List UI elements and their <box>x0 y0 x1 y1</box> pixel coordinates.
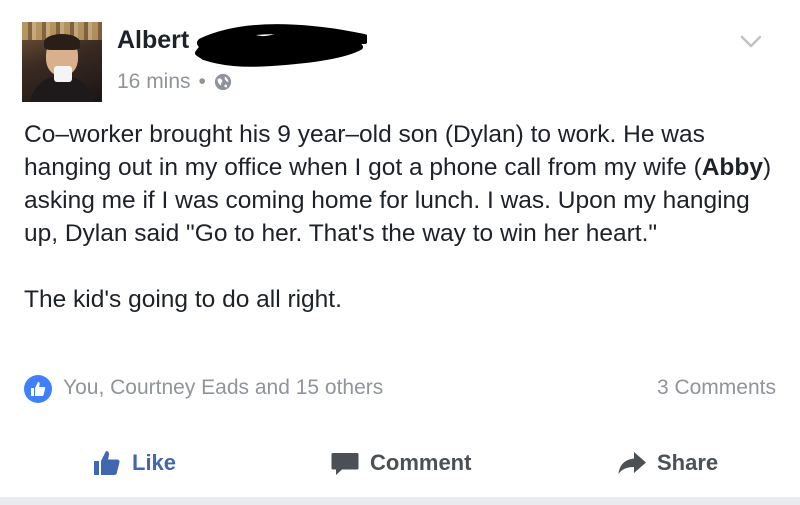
comment-button[interactable]: Comment <box>330 448 471 478</box>
facebook-post: Albert 16 mins • Co–worker brought his 9… <box>0 0 800 505</box>
post-meta: 16 mins • <box>117 70 232 94</box>
chevron-down-icon[interactable] <box>738 28 764 54</box>
like-button[interactable]: Like <box>92 448 176 478</box>
post-paragraph-2: The kid's going to do all right. <box>24 286 342 313</box>
post-header: Albert 16 mins • <box>22 22 782 102</box>
meta-separator: • <box>198 70 206 93</box>
redaction-scribble <box>195 24 367 67</box>
share-arrow-icon <box>618 452 646 474</box>
tagged-name: Abby <box>701 154 763 181</box>
thumbs-up-icon <box>94 451 120 475</box>
post-time[interactable]: 16 mins <box>117 70 191 94</box>
share-button[interactable]: Share <box>617 448 718 478</box>
action-bar: Like Comment Share <box>0 440 800 490</box>
globe-icon <box>214 73 231 91</box>
comments-count[interactable]: 3 Comments <box>657 376 776 400</box>
author-row: Albert <box>117 26 189 60</box>
comment-bubble-icon <box>331 453 359 475</box>
author-name[interactable]: Albert <box>117 26 189 54</box>
post-body: Co–worker brought his 9 year–old son (Dy… <box>24 118 784 316</box>
like-label: Like <box>132 450 177 475</box>
share-label: Share <box>657 450 719 475</box>
post-paragraph-1: Co–worker brought his 9 year–old son (Dy… <box>24 121 772 247</box>
like-reaction-icon <box>24 375 52 403</box>
post-bottom-divider <box>0 497 800 505</box>
reaction-names[interactable]: You, Courtney Eads and 15 others <box>63 376 383 400</box>
comment-label: Comment <box>370 450 472 475</box>
reactions-bar: You, Courtney Eads and 15 others 3 Comme… <box>24 374 776 404</box>
avatar[interactable] <box>22 22 102 102</box>
